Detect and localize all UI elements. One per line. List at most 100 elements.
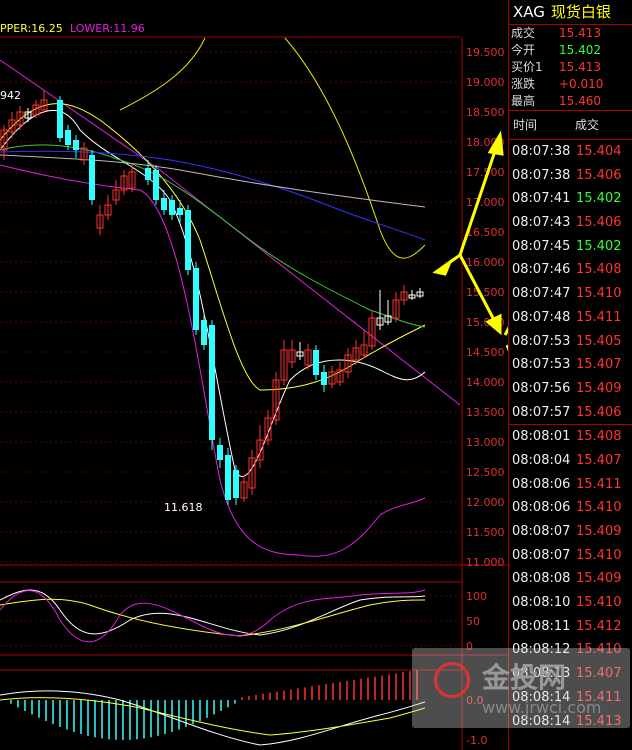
tick-row[interactable]: 08:07:56 15.409 <box>509 377 632 401</box>
tick-price: 15.410 <box>576 500 622 516</box>
candle <box>32 100 40 118</box>
tick-row[interactable]: 08:08:07 15.409 <box>509 520 632 544</box>
symbol-header: XAG 现货白银 <box>509 0 632 25</box>
tick-time: 08:07:48 <box>512 309 571 325</box>
tick-price: 15.410 <box>576 547 622 563</box>
candle <box>400 285 408 305</box>
ticks-header-deal: 成交 <box>575 118 600 132</box>
tick-row[interactable]: 08:08:10 15.410 <box>509 591 632 615</box>
tick-price: 15.409 <box>576 524 622 539</box>
tick-price: 15.412 <box>576 618 622 634</box>
tick-time: 08:07:45 <box>512 238 571 254</box>
quote-row: 最高 15.460 <box>509 93 632 110</box>
tick-row[interactable]: 08:07:43 15.406 <box>509 211 632 235</box>
tick-time: 08:07:38 <box>512 167 571 183</box>
symbol-name: 现货白银 <box>550 3 611 21</box>
candle <box>225 448 231 505</box>
tick-row[interactable]: 08:07:48 15.411 <box>509 306 632 330</box>
tick-price: 15.408 <box>576 429 622 445</box>
tick-row[interactable]: 08:08:07 15.410 <box>509 544 632 568</box>
price-axis-label: 18.500 <box>466 106 505 119</box>
tick-time: 08:08:07 <box>512 547 571 563</box>
left-value-label: 942 <box>0 89 21 102</box>
tick-row[interactable]: 08:08:04 15.407 <box>509 449 632 473</box>
price-axis-label: 12.000 <box>466 496 505 509</box>
tick-price: 15.408 <box>576 262 622 278</box>
quote-label: 最高 <box>511 94 536 108</box>
kdj-axis-label: 100 <box>466 590 487 603</box>
quote-value: 15.460 <box>559 94 601 108</box>
candle <box>104 195 112 220</box>
tick-row[interactable]: 08:07:57 15.406 <box>509 401 632 425</box>
candle <box>217 438 223 468</box>
watermark-logo-icon <box>434 662 470 698</box>
tick-row[interactable]: 08:07:46 15.408 <box>509 258 632 282</box>
tick-price: 15.404 <box>576 144 622 159</box>
tick-time: 08:08:10 <box>512 595 571 611</box>
candle <box>321 365 327 392</box>
kdj-axis: 100500 <box>0 590 487 653</box>
price-axis-label: 14.500 <box>466 346 505 359</box>
tick-row[interactable]: 08:08:11 15.412 <box>509 615 632 639</box>
tick-price: 15.402 <box>576 238 622 254</box>
quote-summary: 成交 15.413 今开 15.402 买价1 15.413 涨跌 +0.010 最高 15.46… <box>509 25 632 110</box>
tick-row[interactable]: 08:07:41 15.402 <box>509 187 632 211</box>
candle <box>248 450 256 495</box>
tick-time: 08:08:04 <box>512 452 571 468</box>
tick-row[interactable]: 08:08:06 15.411 <box>509 473 632 497</box>
quote-value: 15.413 <box>559 60 601 74</box>
tick-time: 08:07:38 <box>512 144 571 159</box>
tick-row[interactable]: 08:08:06 15.410 <box>509 496 632 520</box>
kdj-k-line <box>0 589 426 636</box>
tick-price: 15.411 <box>576 476 622 492</box>
tick-time: 08:07:56 <box>512 380 571 396</box>
macd-axis-label: -1.0 <box>466 734 487 747</box>
tick-row[interactable]: 08:07:38 15.406 <box>509 164 632 188</box>
tick-row[interactable]: 08:08:08 15.409 <box>509 567 632 591</box>
candle <box>233 465 239 505</box>
quote-row: 今开 15.402 <box>509 42 632 59</box>
candlesticks <box>0 90 424 505</box>
kdj-axis-label: 50 <box>466 615 480 628</box>
quote-value: 15.413 <box>559 26 601 40</box>
tick-price: 15.410 <box>576 286 622 302</box>
price-axis-label: 19.500 <box>466 46 505 59</box>
candle <box>185 205 191 275</box>
quote-label: 买价1 <box>511 60 543 74</box>
price-axis-label: 11.000 <box>466 556 505 569</box>
tick-price: 15.407 <box>576 357 622 373</box>
low-value-label: 11.618 <box>164 501 203 514</box>
price-axis-label: 13.500 <box>466 406 505 419</box>
price-axis-label: 16.500 <box>466 226 505 239</box>
candle <box>89 150 95 205</box>
upper-band-line <box>119 37 426 259</box>
candle <box>368 310 376 350</box>
tick-price: 15.411 <box>576 309 622 325</box>
tick-price: 15.409 <box>576 380 622 396</box>
candle <box>73 135 79 158</box>
kline-chart[interactable]: PPER:16.25 LOWER:11.96 942 11.618 19.500… <box>0 0 508 750</box>
tick-time: 08:08:08 <box>512 571 571 587</box>
tick-row[interactable]: 08:07:53 15.407 <box>509 353 632 377</box>
candle <box>80 142 88 165</box>
price-axis-label: 17.000 <box>466 196 505 209</box>
lower-band-label: LOWER:11.96 <box>70 22 145 35</box>
candle <box>392 292 400 322</box>
tick-price: 15.410 <box>576 595 622 611</box>
tick-row[interactable]: 08:07:47 15.410 <box>509 282 632 306</box>
tick-time: 08:08:01 <box>512 429 571 445</box>
ma-gray <box>0 154 426 208</box>
tick-row[interactable]: 08:07:45 15.402 <box>509 235 632 259</box>
candle <box>201 315 207 350</box>
tick-list[interactable]: 08:07:38 15.404 08:07:38 15.406 08:07:41 15.4… <box>509 140 632 733</box>
tick-row[interactable]: 08:07:38 15.404 <box>509 140 632 164</box>
quote-value: 15.402 <box>559 43 601 57</box>
candle <box>416 288 424 298</box>
candle <box>120 170 128 195</box>
tick-row[interactable]: 08:08:01 15.408 <box>509 425 632 449</box>
tick-row[interactable]: 08:07:53 15.405 <box>509 330 632 354</box>
candle <box>336 362 344 386</box>
quote-row: 涨跌 +0.010 <box>509 76 632 93</box>
macd-histogram <box>10 670 418 740</box>
tick-time: 08:07:53 <box>512 357 571 373</box>
